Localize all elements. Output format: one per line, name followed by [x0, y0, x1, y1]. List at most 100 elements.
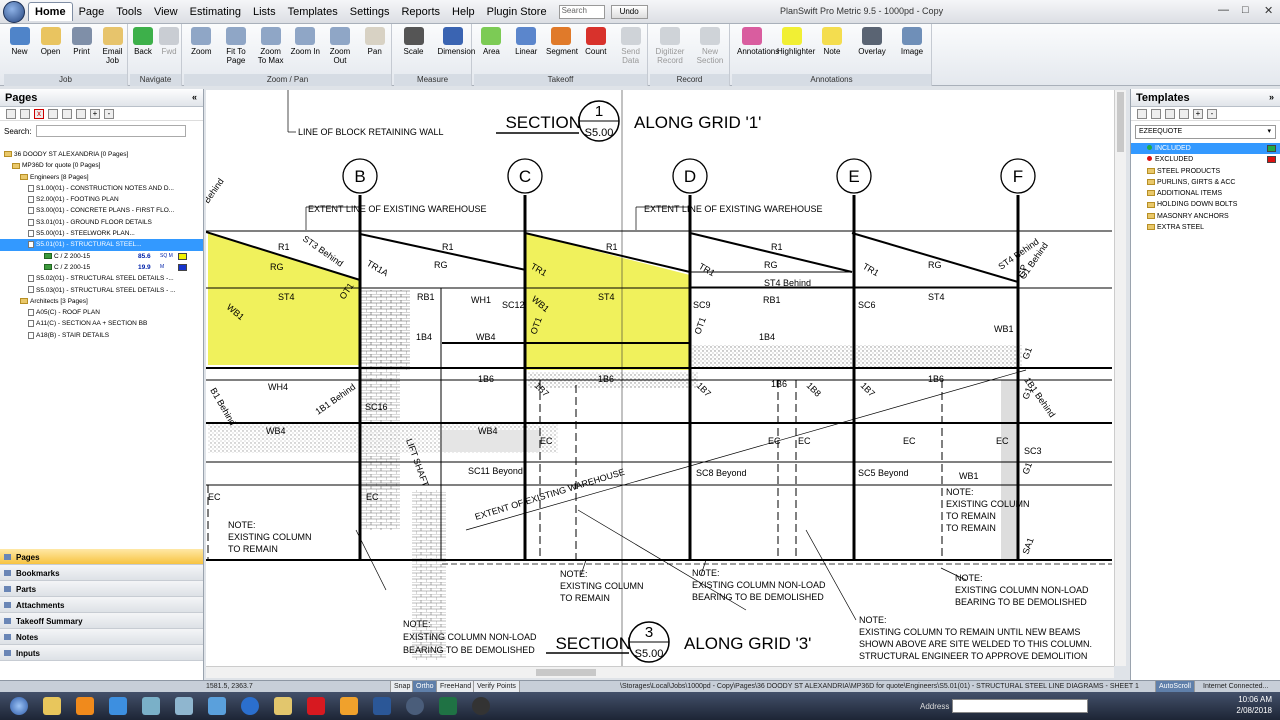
accordion-pages[interactable]: Pages: [0, 549, 203, 565]
template-selector[interactable]: EZEEQUOTE ▾: [1135, 125, 1276, 139]
tree-page[interactable]: S5.02(01) - STRUCTURAL STEEL DETAILS -..…: [0, 273, 203, 284]
template-item[interactable]: EXCLUDED: [1131, 154, 1280, 165]
drawing-vertical-scrollbar[interactable]: [1114, 90, 1126, 666]
tree-page[interactable]: S3.00(01) - CONCRETE PLANS - FIRST FLO..…: [0, 205, 203, 216]
tree-page[interactable]: S5.01(01) - STRUCTURAL STEEL...: [0, 239, 203, 251]
tree-page[interactable]: S5.00(01) - STEELWORK PLAN...: [0, 228, 203, 239]
image-button[interactable]: Image: [897, 27, 927, 56]
dimension-button[interactable]: Dimension: [438, 27, 475, 56]
snap-toggle[interactable]: Snap: [390, 681, 415, 692]
highlighter-button[interactable]: Highlighter: [777, 27, 815, 56]
accordion-attachments[interactable]: Attachments: [0, 597, 203, 613]
browser-taskbar-icon[interactable]: [235, 694, 265, 718]
refresh-templates-icon[interactable]: [1165, 108, 1175, 119]
menu-tab-reports[interactable]: Reports: [395, 3, 446, 21]
ie-taskbar-icon[interactable]: [103, 694, 133, 718]
menu-tab-templates[interactable]: Templates: [282, 3, 344, 21]
menu-tab-view[interactable]: View: [148, 3, 184, 21]
tool-taskbar-icon[interactable]: [136, 694, 166, 718]
tree-folder[interactable]: Architects [3 Pages]: [0, 296, 203, 307]
edit-icon[interactable]: [48, 108, 58, 119]
template-item[interactable]: STEEL PRODUCTS: [1131, 166, 1280, 177]
expand-templates-icon[interactable]: +: [1193, 108, 1203, 119]
template-item[interactable]: MASONRY ANCHORS: [1131, 211, 1280, 222]
accordion-parts[interactable]: Parts: [0, 581, 203, 597]
accordion-bookmarks[interactable]: Bookmarks: [0, 565, 203, 581]
explorer-taskbar-icon[interactable]: [37, 694, 67, 718]
sort-icon[interactable]: [76, 108, 86, 119]
new-button[interactable]: New: [5, 27, 35, 56]
menu-tab-lists[interactable]: Lists: [247, 3, 282, 21]
area-button[interactable]: Area: [476, 27, 506, 56]
collapse-templates-icon[interactable]: -: [1207, 108, 1217, 119]
annotations-button[interactable]: Annotations: [737, 27, 779, 56]
accordion-inputs[interactable]: Inputs: [0, 645, 203, 661]
start-button[interactable]: [4, 694, 34, 718]
pan-button[interactable]: Pan: [360, 27, 390, 56]
zoom-in-button[interactable]: Zoom In: [290, 27, 320, 56]
network-taskbar-icon[interactable]: [202, 694, 232, 718]
overlay-button[interactable]: Overlay: [857, 27, 887, 56]
excel-taskbar-icon[interactable]: [433, 694, 463, 718]
count-button[interactable]: Count: [581, 27, 611, 56]
new-section-button[interactable]: New Section: [695, 27, 725, 65]
tree-page[interactable]: S2.00(01) - FOOTING PLAN: [0, 194, 203, 205]
collapse-all-icon[interactable]: -: [104, 108, 114, 119]
word-taskbar-icon[interactable]: [367, 694, 397, 718]
tree-page[interactable]: S1.00(01) - CONSTRUCTION NOTES AND D...: [0, 183, 203, 194]
tree-page[interactable]: A18(B) - STAIR DETAILS: [0, 330, 203, 341]
scale-button[interactable]: Scale: [399, 27, 429, 56]
menu-tab-estimating[interactable]: Estimating: [184, 3, 247, 21]
menu-tab-settings[interactable]: Settings: [344, 3, 396, 21]
note-button[interactable]: Note: [817, 27, 847, 56]
print-button[interactable]: Print: [67, 27, 97, 56]
tree-page[interactable]: A05(C) - ROOF PLAN: [0, 307, 203, 318]
menu-tab-help[interactable]: Help: [446, 3, 481, 21]
freehand-toggle[interactable]: FreeHand: [436, 681, 476, 692]
maximize-icon[interactable]: □: [1242, 4, 1249, 16]
settings-taskbar-icon[interactable]: [466, 694, 496, 718]
send-data-button[interactable]: Send Data: [616, 27, 646, 65]
app-menu-button[interactable]: [3, 0, 25, 23]
delete-icon[interactable]: x: [34, 108, 44, 119]
collapse-panel-icon[interactable]: «: [192, 92, 197, 102]
tree-folder[interactable]: 36 DOODY ST ALEXANDRIA [0 Pages]: [0, 149, 203, 160]
template-item[interactable]: ADDITIONAL ITEMS: [1131, 188, 1280, 199]
open-button[interactable]: Open: [36, 27, 66, 56]
zoom-to-max-button[interactable]: Zoom To Max: [256, 27, 286, 65]
tree-page[interactable]: S5.03(01) - STRUCTURAL STEEL DETAILS - .…: [0, 285, 203, 296]
ortho-toggle[interactable]: Ortho: [412, 681, 438, 692]
template-item[interactable]: HOLDING DOWN BOLTS: [1131, 199, 1280, 210]
add-page-icon[interactable]: [6, 108, 16, 119]
drawing-canvas[interactable]: SECTION 1 S5.00 ALONG GRID '1' SECTION 3…: [206, 90, 1124, 666]
address-input[interactable]: [952, 699, 1088, 713]
edit-template-icon[interactable]: [1151, 108, 1161, 119]
search-input[interactable]: Search: [558, 4, 605, 19]
drawing-horizontal-scrollbar[interactable]: [206, 666, 1114, 678]
collapse-right-panel-icon[interactable]: »: [1269, 92, 1274, 102]
tree-part[interactable]: C / Z 200-15 19.9 M: [0, 262, 203, 273]
template-item[interactable]: INCLUDED: [1131, 143, 1280, 155]
expand-all-icon[interactable]: +: [90, 108, 100, 119]
digitizer-record-button[interactable]: Digitizer Record: [655, 27, 685, 65]
undo-button[interactable]: Undo: [610, 4, 648, 19]
template-item[interactable]: EXTRA STEEL: [1131, 222, 1280, 233]
template-item[interactable]: PURLINS, GIRTS & ACC: [1131, 177, 1280, 188]
menu-tab-home[interactable]: Home: [28, 2, 73, 21]
minimize-icon[interactable]: —: [1218, 4, 1229, 16]
tree-page[interactable]: S3.01(01) - GROUND FLOOR DETAILS: [0, 217, 203, 228]
autoscroll-toggle[interactable]: AutoScroll: [1155, 681, 1195, 692]
sort-templates-icon[interactable]: [1179, 108, 1189, 119]
fit-to-page-button[interactable]: Fit To Page: [221, 27, 251, 65]
menu-tab-page[interactable]: Page: [73, 3, 111, 21]
outlook-taskbar-icon[interactable]: [334, 694, 364, 718]
linear-button[interactable]: Linear: [511, 27, 541, 56]
zoom-button[interactable]: Zoom: [186, 27, 216, 56]
tree-folder[interactable]: Engineers [8 Pages]: [0, 172, 203, 183]
verify-points-toggle[interactable]: Verify Points: [473, 681, 520, 692]
fwd-button[interactable]: Fwd: [154, 27, 184, 56]
tree-page[interactable]: A11(C) - SECTION AA + SECTION BB: [0, 318, 203, 329]
email-job-button[interactable]: Email Job: [98, 27, 128, 65]
new-template-icon[interactable]: [1137, 108, 1147, 119]
tree-folder[interactable]: MP36D for quote [0 Pages]: [0, 160, 203, 171]
